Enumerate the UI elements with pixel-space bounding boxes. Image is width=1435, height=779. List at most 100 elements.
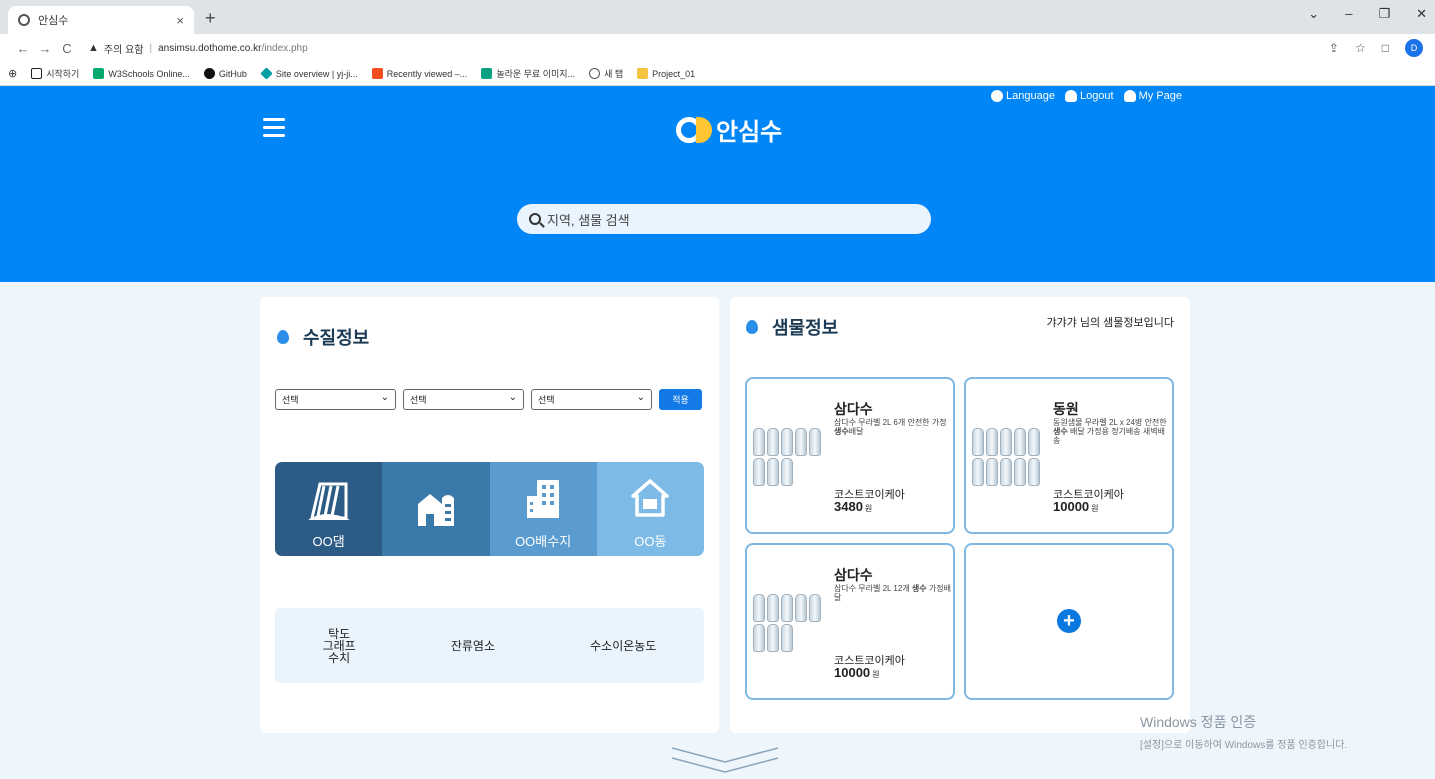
browser-tab-bar: 안심수 × + ⌄ – ❐ ✕ (0, 0, 1435, 34)
metric-ph[interactable]: 수소이온농도 (590, 637, 656, 654)
dam-icon (307, 482, 350, 520)
water-drop-icon (277, 330, 289, 344)
github-icon (203, 68, 215, 79)
tile-district[interactable]: OO동 (596, 462, 704, 556)
browser-toolbar: ← → C ▲ 주의 요함 | ansimsu.dothome.co.kr /i… (0, 34, 1435, 62)
region-select-3[interactable]: 선택 ⌄ (531, 389, 652, 410)
address-warning: 주의 요함 (103, 44, 144, 56)
site-logo[interactable]: 안심수 (676, 112, 782, 147)
water-route-tiles: OO댐 OO배수지 OO동 (275, 462, 704, 556)
product-card[interactable]: 삼다수 삼다수 무라벨 2L 12개 생수 가정배달 코스트코이케아 10000… (745, 543, 955, 700)
new-tab-button[interactable]: + (205, 8, 216, 29)
product-price: 10000 원 (1053, 499, 1099, 514)
search-input[interactable]: 지역, 샘물 검색 (517, 204, 931, 234)
product-desc: 삼다수 무라벨 2L 12개 생수 가정배달 (834, 584, 951, 602)
apps-icon[interactable]: ⊕ (8, 67, 17, 80)
sidepanel-icon[interactable]: □ (1382, 41, 1389, 55)
diamond-icon (260, 67, 273, 80)
tile-reservoir[interactable]: OO배수지 (489, 462, 597, 556)
chevron-down-icon[interactable]: ⌄ (1308, 6, 1319, 22)
profile-avatar[interactable]: D (1405, 39, 1423, 57)
logo-text: 안심수 (716, 119, 783, 146)
user-icon (1123, 90, 1136, 102)
product-card[interactable]: 삼다수 삼다수 무라벨 2L 6개 안전한 가정 생수배달 코스트코이케아 34… (745, 377, 955, 534)
bookmark-3[interactable]: Site overview | yj-ji... (260, 67, 358, 80)
windows-activation-watermark: Windows 정품 인증 [설정]으로 이동하여 Windows를 정품 인증… (1140, 714, 1348, 751)
address-separator: | (149, 42, 153, 54)
bookmark-1[interactable]: W3Schools Online... (93, 68, 190, 79)
mypage-link[interactable]: My Page (1123, 90, 1182, 102)
share-icon[interactable]: ⇪ (1329, 41, 1339, 55)
water-drop-icon (746, 320, 758, 334)
bookmark-7[interactable]: Project_01 (637, 68, 695, 79)
tile-silo[interactable] (382, 462, 490, 556)
notion-icon (31, 68, 43, 79)
water-quality-card: 수질정보 선택 ⌄ 선택 ⌄ 선택 ⌄ 적용 OO댐 OO배수지 OO동 탁도 그래프… (260, 297, 719, 733)
tab-title: 안심수 (38, 15, 69, 27)
hamburger-menu-icon[interactable] (263, 118, 285, 142)
water-metrics: 탁도 그래프 수치 잔류염소 수소이온농도 (275, 608, 704, 683)
metric-residual-chlorine[interactable]: 잔류염소 (451, 637, 495, 654)
scroll-down-chevron-icon[interactable] (670, 744, 780, 778)
search-placeholder: 지역, 샘물 검색 (547, 212, 630, 228)
bookmark-5[interactable]: 놀라운 무료 이미지... (481, 67, 575, 80)
chevron-down-icon: ⌄ (508, 392, 517, 403)
forward-button[interactable]: → (34, 41, 56, 56)
plus-icon[interactable]: + (1057, 609, 1081, 633)
chevron-down-icon: ⌄ (380, 392, 389, 403)
product-price: 3480 원 (834, 499, 873, 514)
water-quality-title: 수질정보 (277, 324, 369, 350)
chevron-down-icon: ⌄ (636, 392, 645, 403)
reload-button[interactable]: C (56, 41, 78, 56)
logo-drop (696, 116, 712, 143)
tab-close-button[interactable]: × (176, 13, 184, 28)
warning-icon: ▲ (88, 42, 99, 54)
star-icon[interactable]: ☆ (1355, 41, 1366, 55)
product-card[interactable]: 동원 동원샘물 무라벨 2L x 24병 안전한 생수 배달 가정용 정기배송 … (964, 377, 1174, 534)
window-controls: ⌄ – ❐ ✕ (1308, 6, 1427, 22)
bookmark-6[interactable]: 새 탭 (589, 67, 623, 80)
top-links: Language Logout My Page (991, 90, 1182, 102)
product-desc: 삼다수 무라벨 2L 6개 안전한 가정 생수배달 (834, 418, 947, 436)
region-select-1[interactable]: 선택 ⌄ (275, 389, 396, 410)
bookmark-0[interactable]: 시작하기 (31, 67, 79, 80)
back-button[interactable]: ← (12, 41, 34, 56)
apply-button[interactable]: 적용 (659, 389, 702, 410)
minimize-icon[interactable]: – (1345, 6, 1352, 22)
bookmark-4[interactable]: Recently viewed –... (371, 68, 467, 79)
close-icon[interactable]: ✕ (1416, 6, 1427, 22)
address-domain: ansimsu.dothome.co.kr (158, 42, 262, 54)
logout-link[interactable]: Logout (1064, 90, 1114, 102)
tile-dam[interactable]: OO댐 (275, 462, 383, 556)
spring-water-card: 샘물정보 갸갸갸 님의 샘물정보입니다 삼다수 삼다수 무라벨 2L 6개 안전… (730, 297, 1190, 733)
silo-icon (417, 494, 454, 526)
bookmark-2[interactable]: GitHub (203, 68, 247, 79)
product-name: 삼다수 (834, 401, 873, 417)
globe-icon (589, 68, 601, 79)
pexels-icon (481, 68, 493, 79)
browser-tab[interactable]: 안심수 × (8, 6, 194, 34)
metric-turbidity[interactable]: 탁도 그래프 수치 (323, 628, 356, 664)
search-icon (529, 213, 541, 225)
owner-text: 갸갸갸 님의 샘물정보입니다 (1046, 317, 1174, 329)
restore-icon[interactable]: ❐ (1378, 6, 1390, 22)
address-bar[interactable]: ▲ 주의 요함 | ansimsu.dothome.co.kr /index.p… (88, 41, 308, 56)
bottle-image (753, 419, 828, 494)
product-desc: 동원샘물 무라벨 2L x 24병 안전한 생수 배달 가정용 정기배송 새벽배… (1053, 418, 1167, 445)
figma-icon (371, 68, 383, 79)
language-link[interactable]: Language (991, 90, 1055, 102)
building-icon (527, 480, 560, 518)
address-path: /index.php (261, 42, 308, 54)
bottle-image (972, 419, 1047, 494)
house-icon (631, 479, 670, 517)
globe-icon (991, 90, 1003, 102)
globe-icon (18, 14, 30, 26)
product-name: 동원 (1053, 401, 1079, 417)
bottle-image (753, 585, 828, 660)
w3schools-icon (93, 68, 105, 79)
filter-selects: 선택 ⌄ 선택 ⌄ 선택 ⌄ 적용 (275, 389, 702, 410)
add-product-card[interactable]: + (964, 543, 1174, 700)
user-icon (1064, 90, 1077, 102)
region-select-2[interactable]: 선택 ⌄ (403, 389, 524, 410)
spring-water-title: 샘물정보 (746, 314, 838, 340)
